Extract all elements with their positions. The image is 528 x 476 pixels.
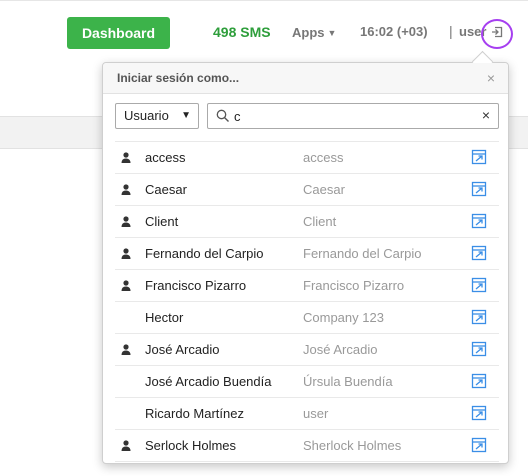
user-type-select[interactable]: Usuario ▼ (115, 103, 199, 129)
user-alias: access (303, 150, 344, 165)
click-highlight-ring (481, 19, 513, 49)
person-icon (121, 343, 131, 358)
user-name: Ricardo Martínez (145, 406, 244, 421)
apps-menu[interactable]: Apps ▼ (292, 25, 336, 40)
person-icon (121, 279, 131, 294)
dashboard-button[interactable]: Dashboard (67, 17, 170, 49)
dropdown-header: Iniciar sesión como... × (103, 63, 508, 94)
user-alias: user (303, 406, 329, 421)
user-alias: Francisco Pizarro (303, 278, 405, 293)
search-input[interactable] (234, 107, 464, 125)
user-row[interactable]: Francisco Pizarro Francisco Pizarro (115, 270, 499, 302)
person-icon (121, 439, 131, 454)
login-as-user-icon[interactable] (471, 309, 487, 328)
user-row[interactable]: Caesar Caesar (115, 174, 499, 206)
search-icon (216, 109, 230, 128)
user-row[interactable]: access access (115, 141, 499, 174)
dropdown-title: Iniciar sesión como... (117, 71, 240, 85)
user-name: José Arcadio (145, 342, 220, 357)
chevron-down-icon: ▼ (181, 110, 191, 121)
sms-credits-link[interactable]: 498 SMS (213, 24, 271, 40)
login-as-user-icon[interactable] (471, 149, 487, 168)
user-name: Serlock Holmes (145, 438, 237, 453)
login-as-user-icon[interactable] (471, 213, 487, 232)
user-name: Client (145, 214, 179, 229)
user-name: José Arcadio Buendía (145, 374, 272, 389)
user-row[interactable]: José Arcadio Buendía Úrsula Buendía (115, 366, 499, 398)
top-border (0, 0, 528, 1)
user-alias: Company 123 (303, 310, 384, 325)
user-alias: Sherlock Holmes (303, 438, 402, 453)
user-alias: Úrsula Buendía (303, 374, 393, 389)
user-name: Francisco Pizarro (145, 278, 247, 293)
chevron-down-icon: ▼ (327, 28, 337, 38)
user-row[interactable]: Hector Company 123 (115, 302, 499, 334)
clear-search-icon[interactable]: × (482, 107, 490, 123)
person-icon (121, 183, 131, 198)
user-row[interactable]: Serlock Holmes Sherlock Holmes (115, 430, 499, 462)
person-icon (121, 151, 131, 166)
user-row[interactable]: Client Client (115, 206, 499, 238)
user-name: Fernando del Carpio (145, 246, 264, 261)
apps-label: Apps (292, 25, 325, 40)
user-type-value: Usuario (124, 108, 169, 123)
user-row[interactable]: José Arcadio José Arcadio (115, 334, 499, 366)
user-name: Hector (145, 310, 184, 325)
user-list: access access Caesar Caesar Client Client Fern… (115, 141, 499, 462)
header-separator: | (449, 23, 453, 39)
person-icon (121, 247, 131, 262)
person-icon (121, 215, 131, 230)
login-as-user-icon[interactable] (471, 277, 487, 296)
login-as-user-icon[interactable] (471, 245, 487, 264)
login-as-user-icon[interactable] (471, 437, 487, 456)
user-name: access (145, 150, 186, 165)
user-row[interactable]: Fernando del Carpio Fernando del Carpio (115, 238, 499, 270)
user-alias: Client (303, 214, 337, 229)
login-as-user-icon[interactable] (471, 341, 487, 360)
user-name: Caesar (145, 182, 187, 197)
login-as-dropdown: Iniciar sesión como... × Usuario ▼ × acc… (102, 50, 509, 464)
close-icon[interactable]: × (487, 70, 495, 86)
user-alias: Caesar (303, 182, 345, 197)
login-as-user-icon[interactable] (471, 181, 487, 200)
login-as-user-icon[interactable] (471, 373, 487, 392)
user-row[interactable]: Ricardo Martínez user (115, 398, 499, 430)
user-alias: José Arcadio (303, 342, 378, 357)
clock-display: 16:02 (+03) (360, 24, 428, 39)
user-alias: Fernando del Carpio (303, 246, 422, 261)
login-as-user-icon[interactable] (471, 405, 487, 424)
user-search-field[interactable]: × (207, 103, 499, 129)
